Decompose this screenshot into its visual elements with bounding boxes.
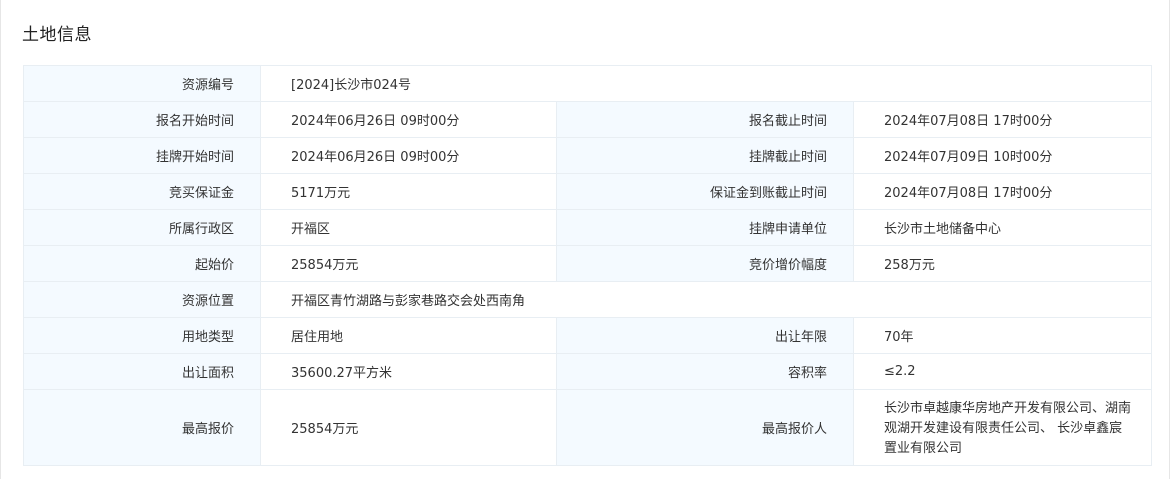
table-row: 资源编号 [2024]长沙市024号 bbox=[23, 65, 1153, 102]
field-value: 开福区青竹湖路与彭家巷路交会处西南角 bbox=[259, 281, 1153, 318]
field-label: 报名截止时间 bbox=[556, 101, 854, 138]
field-label: 挂牌截止时间 bbox=[556, 137, 854, 174]
field-value: 2024年07月08日 17时00分 bbox=[852, 173, 1153, 210]
table-row: 挂牌开始时间 2024年06月26日 09时00分 挂牌截止时间 2024年07… bbox=[23, 137, 1153, 174]
field-value: [2024]长沙市024号 bbox=[259, 65, 1153, 102]
field-value: 2024年06月26日 09时00分 bbox=[260, 101, 557, 138]
field-label: 出让年限 bbox=[556, 317, 854, 354]
field-value: 258万元 bbox=[852, 245, 1153, 282]
field-label: 用地类型 bbox=[23, 317, 261, 354]
field-value: 长沙市土地储备中心 bbox=[852, 209, 1153, 246]
field-label: 最高报价 bbox=[23, 389, 261, 466]
field-label: 资源编号 bbox=[23, 65, 261, 102]
field-label: 挂牌开始时间 bbox=[23, 137, 261, 174]
field-label: 挂牌申请单位 bbox=[556, 209, 854, 246]
land-info-table: 资源编号 [2024]长沙市024号 报名开始时间 2024年06月26日 09… bbox=[23, 65, 1153, 466]
field-label: 竞价增价幅度 bbox=[556, 245, 854, 282]
field-value: 70年 bbox=[852, 317, 1153, 354]
field-label: 出让面积 bbox=[23, 353, 261, 390]
field-label: 竞买保证金 bbox=[23, 173, 261, 210]
field-label: 报名开始时间 bbox=[23, 101, 261, 138]
table-row: 起始价 25854万元 竞价增价幅度 258万元 bbox=[23, 245, 1153, 282]
table-row: 出让面积 35600.27平方米 容积率 ≤2.2 bbox=[23, 353, 1153, 390]
table-row: 报名开始时间 2024年06月26日 09时00分 报名截止时间 2024年07… bbox=[23, 101, 1153, 138]
table-row: 用地类型 居住用地 出让年限 70年 bbox=[23, 317, 1153, 354]
field-label: 起始价 bbox=[23, 245, 261, 282]
table-row: 资源位置 开福区青竹湖路与彭家巷路交会处西南角 bbox=[23, 281, 1153, 318]
field-label: 所属行政区 bbox=[23, 209, 261, 246]
field-value: 2024年07月08日 17时00分 bbox=[852, 101, 1153, 138]
field-value: 长沙市卓越康华房地产开发有限公司、湖南观湖开发建设有限责任公司、 长沙卓鑫宸置业… bbox=[852, 389, 1153, 466]
table-row: 所属行政区 开福区 挂牌申请单位 长沙市土地储备中心 bbox=[23, 209, 1153, 246]
field-value: 25854万元 bbox=[260, 389, 557, 466]
field-label: 保证金到账截止时间 bbox=[556, 173, 854, 210]
field-value: 居住用地 bbox=[260, 317, 557, 354]
field-value: 5171万元 bbox=[260, 173, 557, 210]
field-value: 2024年07月09日 10时00分 bbox=[852, 137, 1153, 174]
section-title: 土地信息 bbox=[22, 25, 92, 45]
table-row: 竞买保证金 5171万元 保证金到账截止时间 2024年07月08日 17时00… bbox=[23, 173, 1153, 210]
field-value: 25854万元 bbox=[260, 245, 557, 282]
table-row: 最高报价 25854万元 最高报价人 长沙市卓越康华房地产开发有限公司、湖南观湖… bbox=[23, 389, 1153, 466]
field-label: 最高报价人 bbox=[556, 389, 854, 466]
field-value: 2024年06月26日 09时00分 bbox=[260, 137, 557, 174]
field-value: 开福区 bbox=[260, 209, 557, 246]
land-info-panel: 土地信息 资源编号 [2024]长沙市024号 报名开始时间 2024年06月2… bbox=[0, 0, 1170, 479]
field-value: 35600.27平方米 bbox=[260, 353, 557, 390]
field-label: 容积率 bbox=[556, 353, 854, 390]
field-value: ≤2.2 bbox=[852, 353, 1153, 390]
field-label: 资源位置 bbox=[23, 281, 261, 318]
